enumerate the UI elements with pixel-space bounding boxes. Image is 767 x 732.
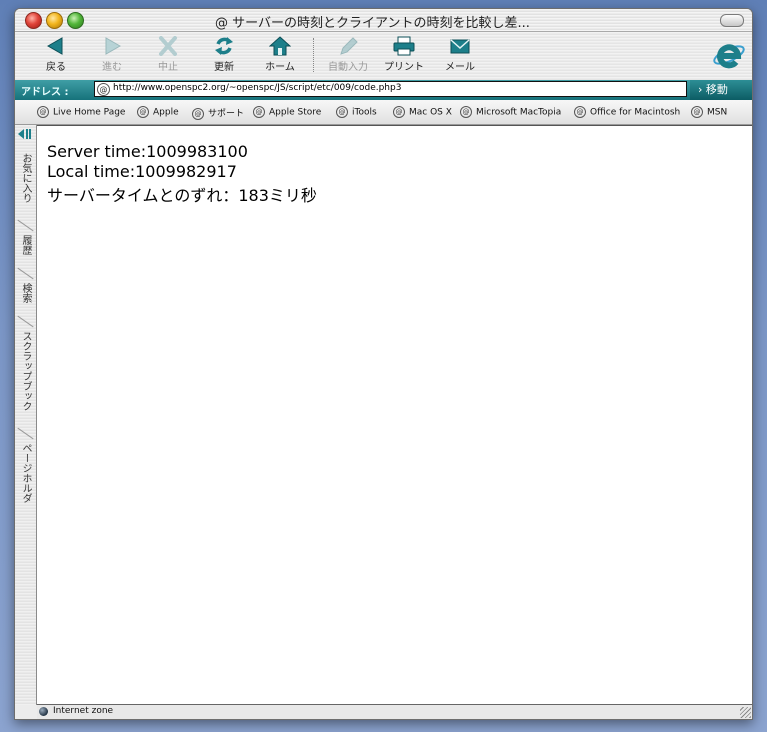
at-icon: @ (137, 106, 149, 118)
status-bar: Internet zone (37, 704, 752, 719)
server-time-text: Server time:1009983100 (47, 142, 248, 161)
refresh-label: 更新 (214, 62, 234, 73)
print-label: プリント (384, 62, 424, 73)
back-button[interactable]: 戻る (31, 36, 81, 76)
collapse-window-button[interactable] (720, 14, 744, 27)
back-arrow-icon (46, 37, 63, 55)
print-button[interactable]: プリント (379, 36, 429, 76)
favorite-label: Live Home Page (53, 107, 126, 118)
toolbar-separator (313, 38, 315, 72)
at-icon: @ (253, 106, 265, 118)
mail-label: メール (445, 62, 475, 73)
explorer-bar-toggle-icon[interactable] (17, 128, 33, 140)
forward-label: 進む (102, 62, 122, 73)
favorite-label: iTools (352, 107, 377, 118)
close-window-button[interactable] (25, 12, 42, 29)
favorite-label: Mac OS X (409, 107, 452, 118)
favorite-apple[interactable]: @ Apple (137, 106, 179, 118)
globe-icon (39, 707, 48, 716)
favorite-label: サポート (208, 109, 245, 119)
printer-icon (393, 36, 415, 56)
back-label: 戻る (46, 62, 66, 73)
zoom-window-button[interactable] (67, 12, 84, 29)
home-label: ホーム (265, 62, 295, 73)
explorer-bar-tabs: お気に入り 履歴 検索 スクラップブック ページホルダ (15, 125, 37, 705)
browser-window: @ サーバーの時刻とクライアントの時刻を比較し差... 戻る 進む 中止 更新 … (14, 8, 753, 720)
tab-divider (17, 267, 34, 280)
autofill-button[interactable]: 自動入力 (323, 36, 373, 76)
window-title: @ サーバーの時刻とクライアントの時刻を比較し差... (215, 16, 530, 31)
go-button[interactable]: › 移動 (690, 80, 752, 100)
favorite-mac-os-x[interactable]: @ Mac OS X (393, 106, 452, 118)
security-zone-text: Internet zone (53, 706, 114, 716)
url-text: http://www.openspc2.org/~openspc/JS/scri… (113, 83, 402, 93)
at-icon: @ (393, 106, 405, 118)
address-bar: アドレス : @ http://www.openspc2.org/~opensp… (15, 80, 752, 100)
favorite-apple-store[interactable]: @ Apple Store (253, 106, 321, 118)
favorite-itools[interactable]: @ iTools (336, 106, 377, 118)
favorite-msn[interactable]: @ MSN (691, 106, 727, 118)
stop-button[interactable]: 中止 (143, 36, 193, 76)
tab-search[interactable]: 検索 (17, 283, 33, 303)
resize-grip-icon[interactable] (740, 707, 751, 718)
favorite-label: Apple Store (269, 107, 322, 118)
home-icon (269, 36, 291, 56)
minimize-window-button[interactable] (46, 12, 63, 29)
at-icon: @ (460, 106, 472, 118)
at-icon: @ (691, 106, 703, 118)
pencil-icon (340, 37, 358, 55)
tab-scrapbook[interactable]: スクラップブック (17, 331, 33, 411)
stop-label: 中止 (158, 62, 178, 73)
toolbar: 戻る 進む 中止 更新 ホーム 自動入力 プリント メール (15, 32, 752, 80)
at-icon: @ (37, 106, 49, 118)
at-icon: @ (336, 106, 348, 118)
time-difference-text: サーバータイムとのずれ：183ミリ秒 (47, 186, 317, 205)
forward-arrow-icon (105, 37, 122, 55)
tab-divider (17, 315, 34, 328)
tab-favorites[interactable]: お気に入り (17, 153, 33, 203)
tab-history[interactable]: 履歴 (17, 235, 33, 255)
forward-button[interactable]: 進む (87, 36, 137, 76)
at-icon: @ (574, 106, 586, 118)
tab-divider (17, 427, 34, 440)
home-button[interactable]: ホーム (255, 36, 305, 76)
title-bar[interactable]: @ サーバーの時刻とクライアントの時刻を比較し差... (15, 9, 752, 32)
refresh-icon (215, 37, 233, 55)
mail-button[interactable]: メール (435, 36, 485, 76)
autofill-label: 自動入力 (328, 62, 368, 73)
internet-explorer-logo-icon (713, 44, 745, 69)
go-label: 移動 (705, 83, 728, 96)
local-time-text: Local time:1009982917 (47, 162, 237, 181)
address-label: アドレス : (21, 87, 69, 98)
favorite-label: Microsoft MacTopia (476, 107, 562, 118)
page-content: Server time:1009983100 Local time:100998… (37, 125, 752, 705)
url-input[interactable]: @ http://www.openspc2.org/~openspc/JS/sc… (94, 81, 687, 97)
favorite-live-home-page[interactable]: @ Live Home Page (37, 106, 125, 118)
go-chevron-icon: › (698, 83, 703, 96)
refresh-button[interactable]: 更新 (199, 36, 249, 76)
tab-page-holder[interactable]: ページホルダ (17, 443, 33, 503)
envelope-icon (450, 39, 470, 54)
at-icon: @ (192, 107, 204, 120)
site-at-icon: @ (97, 83, 110, 96)
favorite-support[interactable]: @ サポート (192, 106, 244, 120)
favorite-office-for-macintosh[interactable]: @ Office for Macintosh (574, 106, 680, 118)
favorite-label: Office for Macintosh (590, 107, 681, 118)
favorite-microsoft-mactopia[interactable]: @ Microsoft MacTopia (460, 106, 561, 118)
stop-x-icon (159, 36, 177, 56)
favorites-bar: @ Live Home Page @ Apple @ サポート @ Apple Stor… (15, 100, 752, 125)
favorite-label: Apple (153, 107, 179, 118)
favorite-label: MSN (707, 107, 728, 118)
tab-divider (17, 219, 34, 232)
